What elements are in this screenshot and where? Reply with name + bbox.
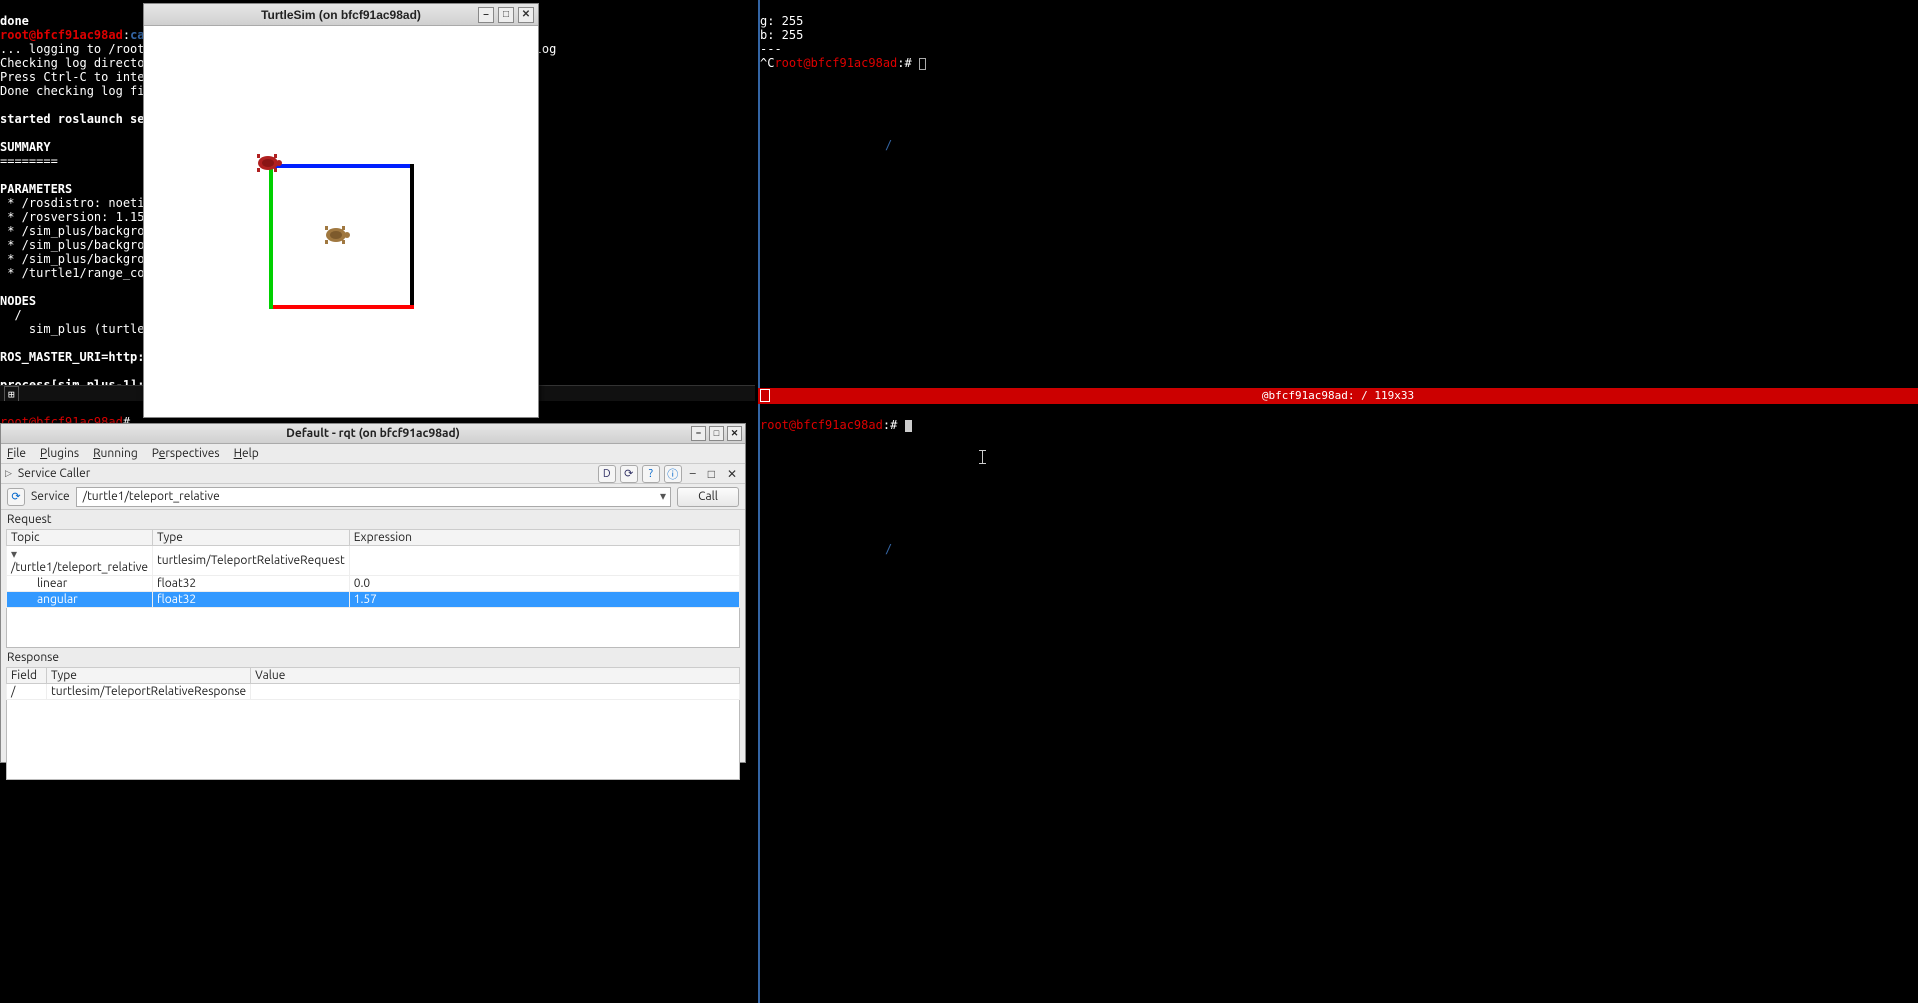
- refresh-services-icon[interactable]: ⟳: [7, 488, 25, 506]
- brown-turtle-icon: [322, 224, 350, 246]
- resp-col-field[interactable]: Field: [7, 668, 47, 684]
- request-row[interactable]: linearfloat320.0: [7, 576, 740, 592]
- request-table[interactable]: Topic Type Expression ▾/turtle1/teleport…: [6, 529, 740, 608]
- tmux-statusbar: @bfcf91ac98ad: / 119x33: [758, 388, 1918, 404]
- turtlesim-window[interactable]: TurtleSim (on bfcf91ac98ad) – □ ✕: [143, 3, 539, 418]
- trail-bottom: [269, 305, 414, 309]
- service-combobox[interactable]: /turtle1/teleport_relative: [76, 487, 671, 507]
- turtlesim-titlebar[interactable]: TurtleSim (on bfcf91ac98ad) – □ ✕: [144, 4, 538, 26]
- menu-help[interactable]: Help: [234, 447, 259, 460]
- maximize-icon[interactable]: □: [709, 426, 724, 441]
- rqt-title: Default - rqt (on bfcf91ac98ad): [286, 427, 460, 440]
- menu-running[interactable]: Running: [93, 447, 138, 460]
- response-row[interactable]: /turtlesim/TeleportRelativeResponse: [7, 684, 740, 700]
- rqt-window[interactable]: Default - rqt (on bfcf91ac98ad) – □ ✕ Fi…: [0, 423, 746, 763]
- dock-close-icon[interactable]: ✕: [723, 467, 741, 481]
- request-row[interactable]: angularfloat321.57: [7, 592, 740, 608]
- refresh-icon[interactable]: ⟳: [620, 465, 638, 483]
- terminal-top-right[interactable]: g: 255 b: 255 --- ^Croot@bfcf91ac98ad:/#: [758, 0, 1918, 388]
- service-row: ⟳ Service /turtle1/teleport_relative Cal…: [1, 484, 745, 510]
- trail-top: [269, 164, 414, 168]
- req-col-topic[interactable]: Topic: [7, 530, 153, 546]
- req-col-expr[interactable]: Expression: [349, 530, 739, 546]
- menu-perspectives[interactable]: Perspectives: [152, 447, 220, 460]
- rqt-menubar[interactable]: File Plugins Running Perspectives Help: [1, 444, 745, 464]
- rqt-dock-header: ▷ Service Caller D ⟳ ? ⓘ – □ ✕: [1, 464, 745, 484]
- dock-title: Service Caller: [18, 467, 90, 480]
- terminal-bottom-right[interactable]: root@bfcf91ac98ad:/#: [758, 404, 1918, 1003]
- minimize-icon[interactable]: –: [478, 7, 494, 23]
- call-button[interactable]: Call: [677, 487, 739, 507]
- trail-right: [410, 164, 414, 309]
- red-turtle-icon: [254, 152, 282, 174]
- resp-col-type[interactable]: Type: [47, 668, 251, 684]
- prompt-root: root: [760, 418, 789, 432]
- turtlesim-canvas[interactable]: [144, 26, 538, 417]
- service-label: Service: [31, 490, 70, 503]
- prompt-path: /: [885, 542, 1030, 687]
- prompt-host: @bfcf91ac98ad: [789, 418, 883, 432]
- dock-float-icon[interactable]: □: [704, 467, 719, 481]
- maximize-icon[interactable]: □: [498, 7, 514, 23]
- help-icon[interactable]: ?: [642, 465, 660, 483]
- request-table-blank: [6, 608, 740, 648]
- close-icon[interactable]: ✕: [518, 7, 534, 23]
- rqt-titlebar[interactable]: Default - rqt (on bfcf91ac98ad) – □ ✕: [1, 424, 745, 444]
- response-section-label: Response: [1, 648, 745, 667]
- request-section-label: Request: [1, 510, 745, 529]
- request-row[interactable]: ▾/turtle1/teleport_relativeturtlesim/Tel…: [7, 546, 740, 576]
- text-cursor-icon: [982, 450, 983, 464]
- menu-plugins[interactable]: Plugins: [40, 447, 79, 460]
- menu-file[interactable]: File: [7, 447, 26, 460]
- minimize-icon[interactable]: –: [691, 426, 706, 441]
- tmux-status-indicator-icon: [760, 389, 770, 402]
- expand-icon[interactable]: ▷: [5, 468, 12, 479]
- tmux-status-text: @bfcf91ac98ad: / 119x33: [1262, 389, 1414, 402]
- dock-btn-d-icon[interactable]: D: [598, 465, 616, 483]
- cursor-icon: [905, 420, 912, 432]
- response-table[interactable]: Field Type Value /turtlesim/TeleportRela…: [6, 667, 740, 700]
- resp-col-value[interactable]: Value: [251, 668, 740, 684]
- service-combobox-value: /turtle1/teleport_relative: [83, 490, 220, 503]
- trail-left: [269, 164, 273, 309]
- req-col-type[interactable]: Type: [153, 530, 350, 546]
- info-icon[interactable]: ⓘ: [664, 465, 682, 483]
- response-table-blank: [6, 700, 740, 780]
- close-icon[interactable]: ✕: [727, 426, 742, 441]
- term-tr-text: g: 255 b: 255 --- ^Croot@bfcf91ac98ad:/#: [760, 14, 926, 70]
- prompt-tail: #: [890, 418, 904, 432]
- dock-minimize-icon[interactable]: –: [686, 467, 700, 480]
